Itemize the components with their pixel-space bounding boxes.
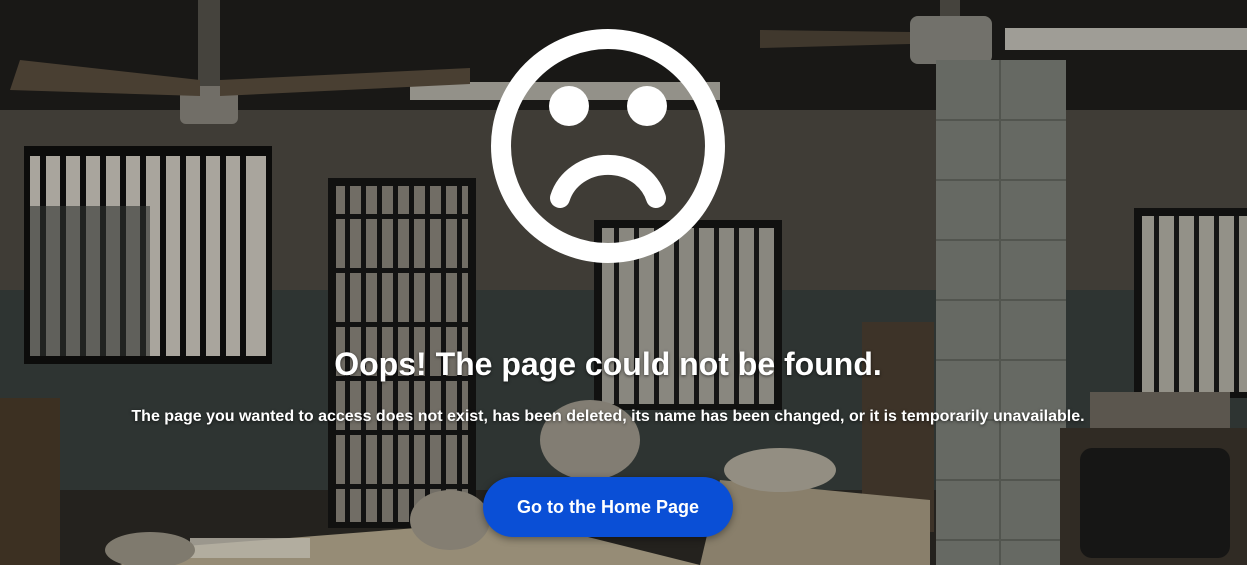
error-title: Oops! The page could not be found. (334, 346, 882, 382)
sad-face-icon (491, 29, 725, 263)
go-home-button[interactable]: Go to the Home Page (483, 477, 733, 537)
error-404-page: Oops! The page could not be found. The p… (0, 0, 1247, 565)
error-content: Oops! The page could not be found. The p… (0, 0, 1247, 565)
error-message: The page you wanted to access does not e… (131, 408, 1085, 425)
